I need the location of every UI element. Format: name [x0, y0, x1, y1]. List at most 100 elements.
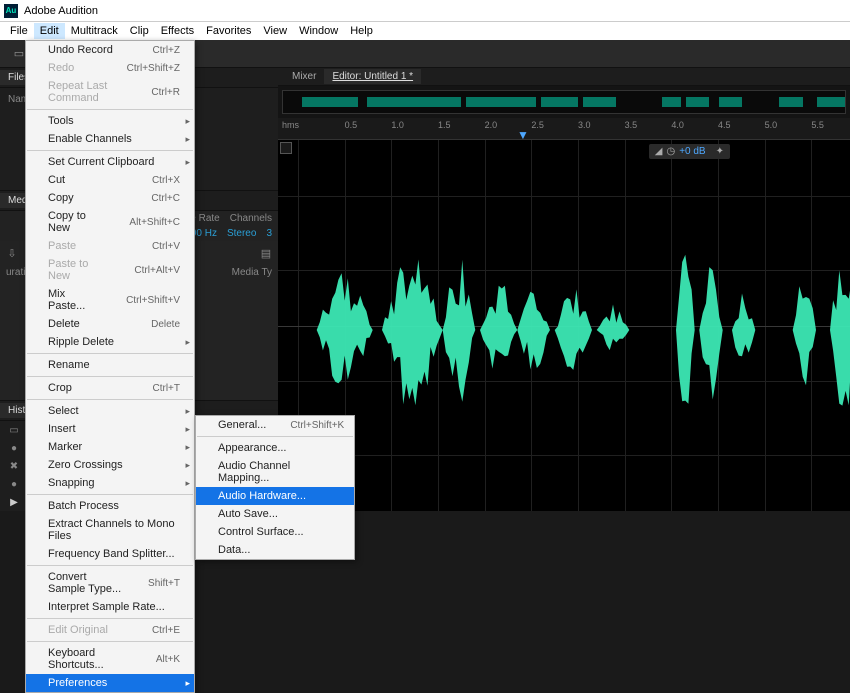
edit-menu-rename[interactable]: Rename: [26, 356, 194, 374]
menu-favorites[interactable]: Favorites: [200, 23, 257, 39]
submenu-arrow-icon: ▸: [185, 442, 190, 453]
menu-item-label: Undo Record: [48, 44, 113, 56]
menu-file[interactable]: File: [4, 23, 34, 39]
menu-item-label: Frequency Band Splitter...: [48, 548, 175, 560]
edit-menu-undo-record[interactable]: Undo RecordCtrl+Z: [26, 41, 194, 59]
prefs-menu-auto-save[interactable]: Auto Save...: [196, 505, 354, 523]
edit-menu-crop[interactable]: Crop Ctrl+T: [26, 379, 194, 397]
menu-item-shortcut: Ctrl+R: [151, 87, 180, 98]
submenu-arrow-icon: ▸: [185, 157, 190, 168]
edit-menu-separator: [27, 565, 193, 566]
edit-menu-insert[interactable]: Insert ▸: [26, 420, 194, 438]
pin-icon[interactable]: ✦: [716, 146, 724, 157]
menu-view[interactable]: View: [257, 23, 293, 39]
prefs-menu-control-surface[interactable]: Control Surface...: [196, 523, 354, 541]
edit-menu-set-current-clipboard[interactable]: Set Current Clipboard▸: [26, 153, 194, 171]
menu-item-shortcut: Ctrl+E: [152, 625, 180, 636]
edit-menu-edit-original: Edit OriginalCtrl+E: [26, 621, 194, 639]
menu-window[interactable]: Window: [293, 23, 344, 39]
waveform-display[interactable]: ◢ ◷ +0 dB ✦: [278, 140, 850, 511]
title-bar: Au Adobe Audition: [0, 0, 850, 22]
edit-menu-marker[interactable]: Marker ▸: [26, 438, 194, 456]
menu-multitrack[interactable]: Multitrack: [65, 23, 124, 39]
waveform-overview[interactable]: [282, 90, 846, 114]
menu-item-shortcut: Ctrl+Shift+K: [290, 420, 344, 431]
menu-item-label: Data...: [218, 544, 250, 556]
edit-menu-extract-channels-to-mono-files[interactable]: Extract Channels to Mono Files: [26, 515, 194, 545]
timeline-ruler[interactable]: hms 0.51.01.52.02.53.03.54.04.55.05.5▼: [278, 118, 850, 140]
menu-item-shortcut: Ctrl+X: [152, 175, 180, 186]
prefs-menu-audio-channel-mapping[interactable]: Audio Channel Mapping...: [196, 457, 354, 487]
edit-menu-frequency-band-splitter[interactable]: Frequency Band Splitter...: [26, 545, 194, 563]
edit-menu-batch-process[interactable]: Batch Process: [26, 497, 194, 515]
menu-item-label: Mix Paste...: [48, 288, 102, 312]
menu-item-shortcut: Ctrl+C: [151, 193, 180, 204]
menu-item-label: Preferences: [48, 677, 107, 689]
menu-item-label: Batch Process: [48, 500, 119, 512]
submenu-arrow-icon: ▸: [185, 406, 190, 417]
ruler-unit: hms: [282, 120, 299, 130]
import-icon[interactable]: ⇩: [4, 245, 20, 261]
edit-menu-paste: PasteCtrl+V: [26, 237, 194, 255]
prefs-menu-audio-hardware[interactable]: Audio Hardware...: [196, 487, 354, 505]
edit-menu-cut[interactable]: Cut Ctrl+X: [26, 171, 194, 189]
edit-menu-redo: RedoCtrl+Shift+Z: [26, 59, 194, 77]
tab-mixer[interactable]: Mixer: [284, 69, 324, 84]
menu-item-label: Insert: [48, 423, 76, 435]
fade-icon: ◢: [655, 146, 663, 157]
edit-menu-mix-paste[interactable]: Mix Paste...Ctrl+Shift+V: [26, 285, 194, 315]
channels-value: Stereo: [227, 228, 256, 239]
menu-item-label: Marker: [48, 441, 82, 453]
menu-item-label: General...: [218, 419, 266, 431]
ruler-tick: 4.5: [718, 120, 731, 130]
edit-menu-tools[interactable]: Tools▸: [26, 112, 194, 130]
edit-menu-convert-sample-type[interactable]: Convert Sample Type...Shift+T: [26, 568, 194, 598]
prefs-menu-general[interactable]: General... Ctrl+Shift+K: [196, 416, 354, 434]
menu-item-label: Copy: [48, 192, 74, 204]
menu-item-label: Crop: [48, 382, 72, 394]
edit-menu-copy[interactable]: Copy Ctrl+C: [26, 189, 194, 207]
menu-item-label: Rename: [48, 359, 90, 371]
edit-menu-delete[interactable]: DeleteDelete: [26, 315, 194, 333]
prefs-menu-data[interactable]: Data...: [196, 541, 354, 559]
filter-icon[interactable]: ▤: [258, 245, 274, 261]
menu-item-label: Cut: [48, 174, 65, 186]
edit-menu-repeat-last-command: Repeat Last CommandCtrl+R: [26, 77, 194, 107]
menu-item-label: Paste to New: [48, 258, 110, 282]
menu-effects[interactable]: Effects: [155, 23, 200, 39]
menu-bar: FileEditMultitrackClipEffectsFavoritesVi…: [0, 22, 850, 40]
edit-menu-preferences[interactable]: Preferences▸: [26, 674, 194, 692]
menu-item-label: Convert Sample Type...: [48, 571, 124, 595]
ruler-tick: 1.0: [391, 120, 404, 130]
edit-menu-ripple-delete[interactable]: Ripple Delete▸: [26, 333, 194, 351]
menu-item-label: Audio Hardware...: [218, 490, 306, 502]
menu-edit[interactable]: Edit: [34, 23, 65, 39]
edit-menu-select[interactable]: Select▸: [26, 402, 194, 420]
menu-clip[interactable]: Clip: [124, 23, 155, 39]
volume-hud[interactable]: ◢ ◷ +0 dB ✦: [649, 144, 730, 159]
menu-item-label: Appearance...: [218, 442, 287, 454]
menu-item-label: Enable Channels: [48, 133, 132, 145]
edit-menu-separator: [27, 641, 193, 642]
menu-item-label: Redo: [48, 62, 74, 74]
menu-item-shortcut: Ctrl+T: [153, 383, 181, 394]
menu-item-label: Keyboard Shortcuts...: [48, 647, 132, 671]
edit-menu-separator: [27, 376, 193, 377]
edit-menu-copy-to-new[interactable]: Copy to NewAlt+Shift+C: [26, 207, 194, 237]
submenu-arrow-icon: ▸: [185, 478, 190, 489]
menu-item-label: Extract Channels to Mono Files: [48, 518, 180, 542]
play-indicator-icon: ▶: [8, 496, 20, 508]
history-step-icon: ●: [8, 478, 20, 490]
ruler-tick: 3.0: [578, 120, 591, 130]
submenu-arrow-icon: ▸: [185, 424, 190, 435]
tab-editor[interactable]: Editor: Untitled 1 *: [324, 69, 421, 84]
preferences-submenu: General... Ctrl+Shift+KAppearance... Audio…: [195, 415, 355, 560]
menu-help[interactable]: Help: [344, 23, 379, 39]
prefs-menu-appearance[interactable]: Appearance...: [196, 439, 354, 457]
edit-menu-zero-crossings[interactable]: Zero Crossings▸: [26, 456, 194, 474]
edit-menu-keyboard-shortcuts[interactable]: Keyboard Shortcuts... Alt+K: [26, 644, 194, 674]
edit-menu-enable-channels[interactable]: Enable Channels▸: [26, 130, 194, 148]
edit-menu-interpret-sample-rate[interactable]: Interpret Sample Rate...: [26, 598, 194, 616]
menu-item-shortcut: Alt+K: [156, 654, 180, 665]
edit-menu-snapping[interactable]: Snapping▸: [26, 474, 194, 492]
